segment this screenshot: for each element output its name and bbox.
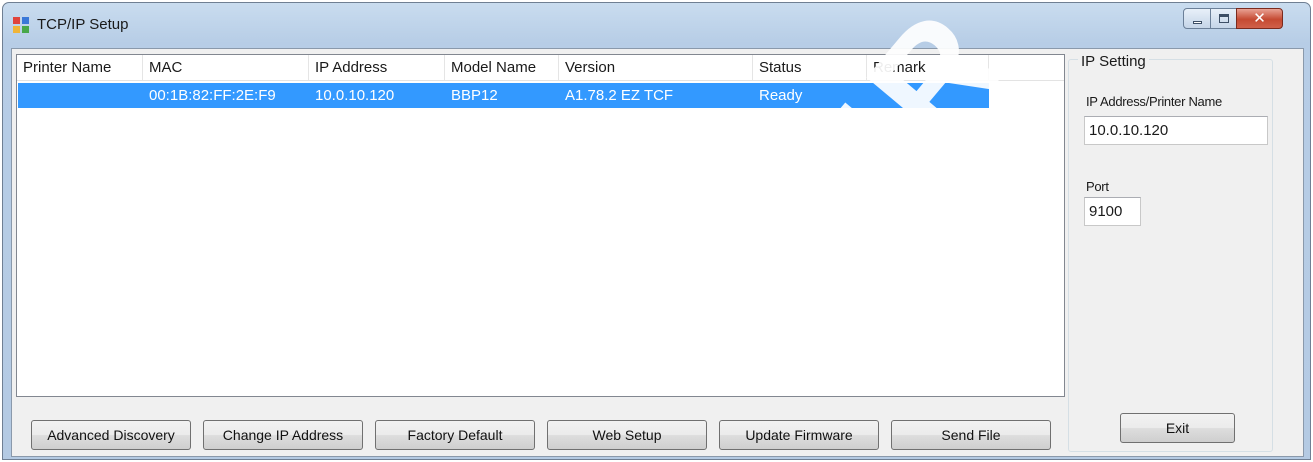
web-setup-button[interactable]: Web Setup [547,420,707,450]
minimize-button[interactable] [1183,8,1211,29]
ip-address-field[interactable]: 10.0.10.120 [1084,116,1268,145]
app-icon [13,17,30,34]
port-field[interactable]: 9100 [1084,197,1141,226]
send-file-button[interactable]: Send File [891,420,1051,450]
cell-ip-address: 10.0.10.120 [315,87,395,104]
cell-printer-name [18,83,24,108]
factory-default-button[interactable]: Factory Default [375,420,535,450]
window-title: TCP/IP Setup [37,16,129,33]
close-button[interactable]: ✕ [1236,8,1283,29]
ip-setting-group-title: IP Setting [1078,53,1149,70]
maximize-button[interactable] [1210,8,1237,29]
advanced-discovery-button[interactable]: Advanced Discovery [31,420,191,450]
client-area: Printer Name MAC IP Address Model Name V… [11,48,1304,457]
maximize-icon [1219,14,1229,23]
column-header-printer-name[interactable]: Printer Name [17,55,143,80]
cell-mac: 00:1B:82:FF:2E:F9 [149,87,276,104]
table-row[interactable]: 00:1B:82:FF:2E:F9 10.0.10.120 BBP12 A1.7… [18,83,989,108]
column-header-remark[interactable]: Remark [867,55,989,80]
column-header-ip-address[interactable]: IP Address [309,55,445,80]
list-header: Printer Name MAC IP Address Model Name V… [17,55,1064,81]
cell-status: Ready [759,87,803,104]
exit-button[interactable]: Exit [1120,413,1235,443]
port-label: Port [1086,179,1109,194]
ip-address-label: IP Address/Printer Name [1086,94,1222,109]
minimize-icon [1193,21,1202,24]
column-header-status[interactable]: Status [753,55,867,80]
title-bar[interactable]: TCP/IP Setup ✕ [3,3,1310,48]
column-header-mac[interactable]: MAC [143,55,309,80]
cell-remark [867,83,873,108]
change-ip-address-button[interactable]: Change IP Address [203,420,363,450]
tcpip-setup-window: TCP/IP Setup ✕ Printer Name MAC IP Addre… [2,2,1311,460]
update-firmware-button[interactable]: Update Firmware [719,420,879,450]
column-header-model-name[interactable]: Model Name [445,55,559,80]
cell-version: A1.78.2 EZ TCF [565,87,674,104]
cell-model-name: BBP12 [451,87,498,104]
close-icon: ✕ [1253,9,1266,27]
printer-list[interactable]: Printer Name MAC IP Address Model Name V… [16,54,1065,397]
column-header-version[interactable]: Version [559,55,753,80]
